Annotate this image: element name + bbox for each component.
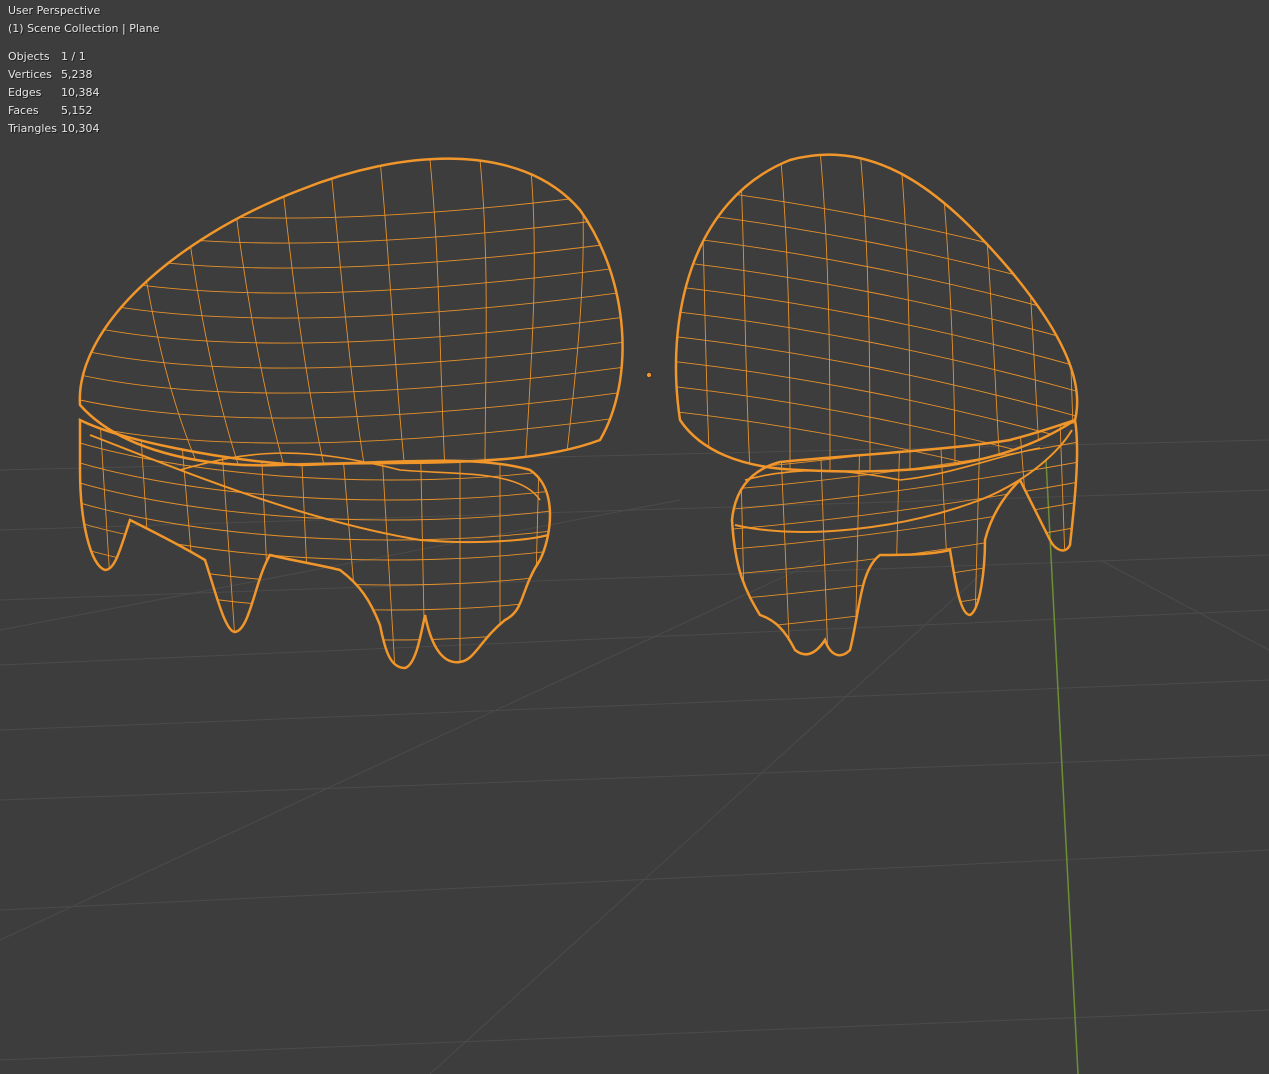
left-mesh-wireframe[interactable]: [70, 157, 640, 670]
3d-viewport[interactable]: User Perspective (1) Scene Collection | …: [0, 0, 1269, 1074]
stat-row-edges: Edges 10,384: [8, 84, 159, 102]
stat-label: Edges: [8, 86, 42, 99]
right-mesh-wireframe[interactable]: [660, 150, 1090, 660]
stat-row-vertices: Vertices 5,238: [8, 66, 159, 84]
floor-grid: [0, 439, 1269, 1074]
object-origin-dot[interactable]: [646, 371, 653, 378]
view-name: User Perspective: [8, 4, 101, 17]
viewport-scene[interactable]: [0, 0, 1269, 1074]
stat-value: 10,304: [61, 122, 100, 135]
stat-label: Objects: [8, 50, 50, 63]
stat-value: 10,384: [61, 86, 100, 99]
stat-value: 5,152: [61, 104, 93, 117]
stat-row-triangles: Triangles 10,304: [8, 120, 159, 138]
viewport-info-overlay: User Perspective (1) Scene Collection | …: [8, 2, 159, 138]
stat-row-objects: Objects 1 / 1: [8, 48, 159, 66]
y-axis-line: [1045, 459, 1079, 1074]
stat-value: 5,238: [61, 68, 93, 81]
collection-info: (1) Scene Collection | Plane: [8, 22, 160, 35]
stat-label: Vertices: [8, 68, 52, 81]
stat-row-faces: Faces 5,152: [8, 102, 159, 120]
stat-value: 1 / 1: [61, 50, 86, 63]
scene-statistics: Objects 1 / 1 Vertices 5,238 Edges 10,38…: [8, 48, 159, 138]
stat-label: Triangles: [8, 122, 57, 135]
stat-label: Faces: [8, 104, 39, 117]
